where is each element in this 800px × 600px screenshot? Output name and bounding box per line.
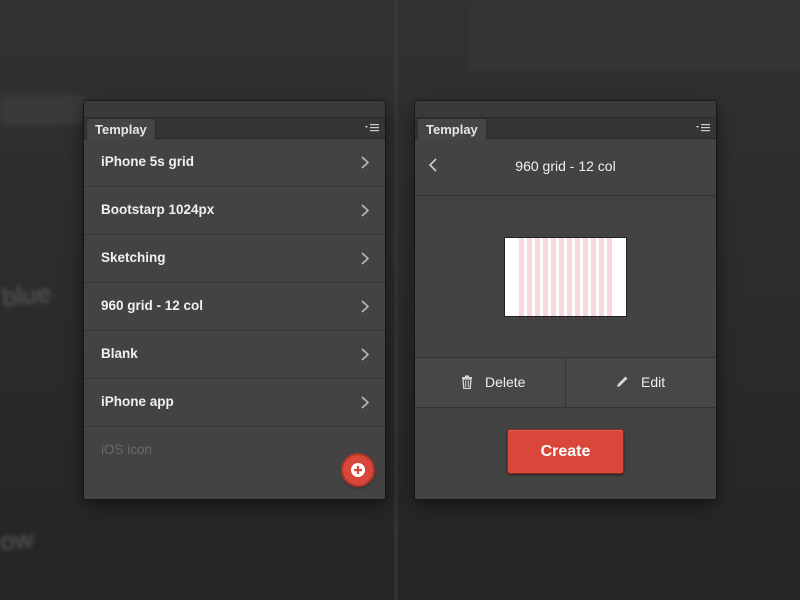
list-item-label: Blank	[101, 346, 138, 361]
chevron-right-icon	[361, 204, 369, 217]
edit-label: Edit	[641, 374, 666, 390]
panel-tab[interactable]: Templay	[86, 118, 156, 140]
detail-header: 960 grid - 12 col	[415, 139, 716, 196]
delete-label: Delete	[485, 374, 526, 390]
trash-icon	[462, 375, 472, 389]
blurred-text: blue	[0, 277, 53, 313]
list-item[interactable]: Blank	[84, 331, 385, 379]
chevron-right-icon	[361, 156, 369, 169]
panel-grip[interactable]	[84, 101, 385, 118]
action-bar: Delete Edit	[415, 357, 716, 408]
list-item-label: Sketching	[101, 250, 166, 265]
pencil-icon	[617, 376, 628, 387]
panel-menu-icon[interactable]	[365, 123, 379, 133]
panel-grip[interactable]	[415, 101, 716, 118]
grid-preview	[504, 237, 627, 317]
edit-button[interactable]: Edit	[566, 358, 716, 407]
list-item[interactable]: 960 grid - 12 col	[84, 283, 385, 331]
list-item[interactable]: Bootstarp 1024px	[84, 187, 385, 235]
list-item[interactable]: Sketching	[84, 235, 385, 283]
create-button[interactable]: Create	[507, 429, 624, 474]
list-item-label: 960 grid - 12 col	[101, 298, 204, 313]
panel-menu-icon[interactable]	[696, 123, 710, 133]
list-item-label: Bootstarp 1024px	[101, 202, 215, 217]
delete-button[interactable]: Delete	[415, 358, 566, 407]
template-detail-panel: Templay 960 grid - 12 col Delete Edit Cr…	[415, 101, 716, 499]
chevron-right-icon	[361, 300, 369, 313]
chevron-right-icon	[361, 252, 369, 265]
template-list: iPhone 5s grid Bootstarp 1024px Sketchin…	[84, 139, 385, 474]
list-item-label: iPhone app	[101, 394, 174, 409]
panel-tab-bar: Templay	[415, 118, 716, 140]
panel-tab[interactable]: Templay	[417, 118, 487, 140]
list-item[interactable]: iPhone 5s grid	[84, 139, 385, 187]
detail-title: 960 grid - 12 col	[515, 158, 616, 174]
blurred-text: ow	[0, 523, 35, 557]
chevron-right-icon	[361, 348, 369, 361]
plus-icon	[351, 463, 365, 477]
list-item-label: iOS icon	[101, 442, 153, 457]
list-item-label: iPhone 5s grid	[101, 154, 195, 169]
list-item[interactable]: iOS icon	[84, 427, 385, 474]
chevron-right-icon	[361, 396, 369, 409]
template-list-panel: Templay iPhone 5s grid Bootstarp 1024px …	[84, 101, 385, 499]
add-template-button[interactable]	[343, 455, 373, 485]
panel-tab-bar: Templay	[84, 118, 385, 140]
list-item[interactable]: iPhone app	[84, 379, 385, 427]
